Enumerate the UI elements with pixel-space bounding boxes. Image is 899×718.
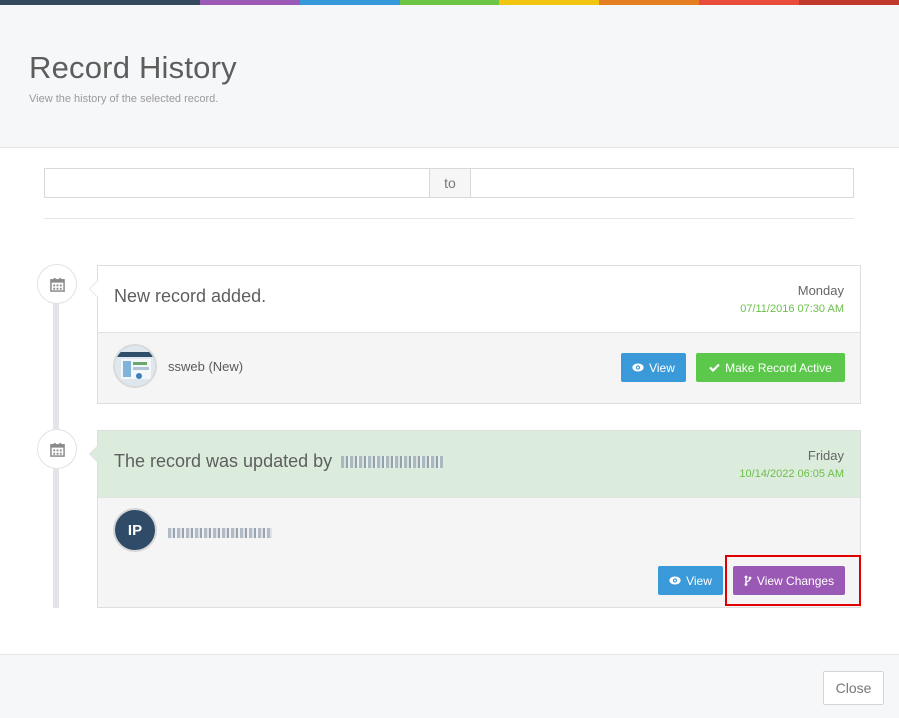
entry-day: Monday: [797, 283, 844, 298]
close-button[interactable]: Close: [823, 671, 884, 705]
timeline-entry: New record added. Monday 07/11/2016 07:3…: [89, 265, 861, 404]
range-to-label: to: [430, 168, 470, 198]
entry-header: New record added. Monday 07/11/2016 07:3…: [98, 266, 860, 333]
view-button-label: View: [686, 573, 712, 588]
user-name: ssweb (New): [168, 359, 244, 374]
timeline-marker: [37, 429, 77, 469]
date-range-filter: to: [44, 168, 854, 198]
view-button[interactable]: View: [621, 353, 686, 382]
eye-icon: [632, 363, 644, 372]
modal-footer: Close: [0, 654, 899, 718]
avatar: IP: [113, 508, 157, 552]
redacted-user-name: [168, 524, 272, 539]
entry-header: The record was updated by Friday 10/14/2…: [98, 431, 860, 498]
page-subtitle: View the history of the selected record.: [29, 93, 219, 105]
highlight-box: [725, 555, 861, 606]
modal-header: Record History View the history of the s…: [0, 5, 899, 148]
view-button-label: View: [649, 360, 675, 375]
calendar-icon: [49, 277, 65, 292]
divider: [44, 218, 854, 219]
date-from-input[interactable]: [44, 168, 430, 198]
view-button[interactable]: View: [658, 566, 723, 595]
redacted-username: [341, 456, 444, 469]
entry-text: The record was updated by: [114, 451, 444, 472]
entry-timestamp: 07/11/2016 07:30 AM: [740, 303, 844, 315]
timeline-marker: [37, 264, 77, 304]
entry-timestamp: 10/14/2022 06:05 AM: [739, 468, 844, 480]
make-record-active-label: Make Record Active: [725, 360, 832, 375]
entry-text: New record added.: [114, 286, 267, 306]
eye-icon: [669, 576, 681, 585]
date-to-input[interactable]: [470, 168, 854, 198]
check-icon: [709, 363, 720, 372]
entry-day: Friday: [807, 448, 844, 463]
make-record-active-button[interactable]: Make Record Active: [696, 353, 845, 382]
page-title: Record History: [29, 50, 237, 85]
avatar: [113, 344, 157, 388]
entry-footer: ssweb (New) View Make Record Active: [98, 333, 860, 403]
entry-text-label: The record was updated by: [114, 451, 333, 471]
calendar-icon: [49, 442, 65, 457]
